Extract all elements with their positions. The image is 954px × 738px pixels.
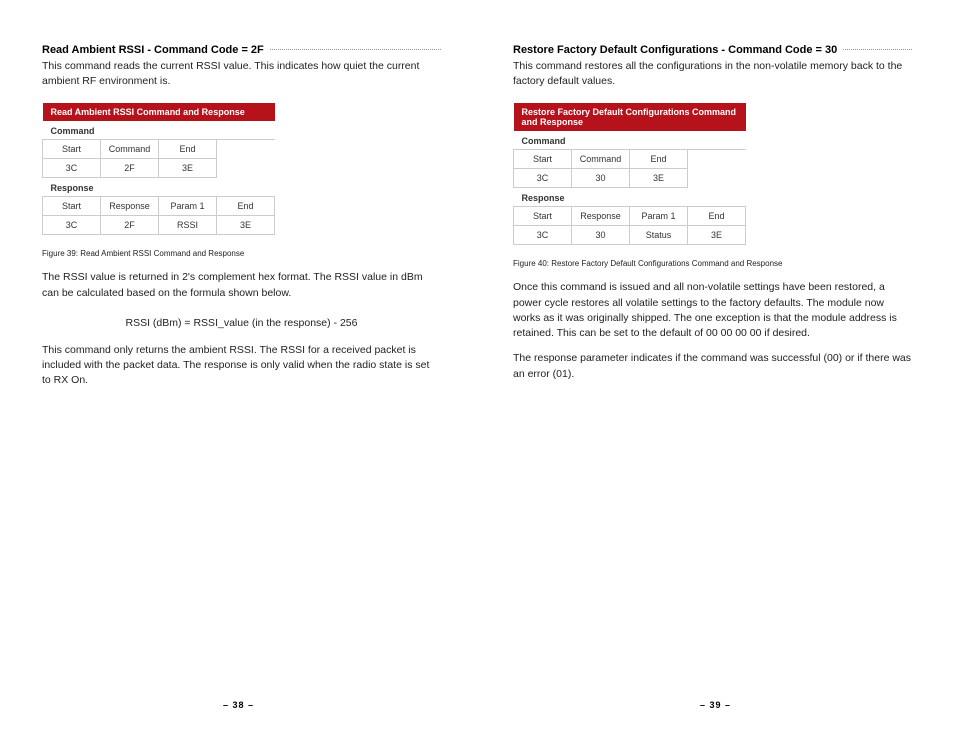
response-label: Response (43, 178, 275, 197)
col: Param 1 (630, 207, 688, 226)
col: End (217, 197, 275, 216)
val: 2F (101, 216, 159, 235)
val: 3C (514, 169, 572, 188)
col: Command (572, 150, 630, 169)
intro-left: This command reads the current RSSI valu… (42, 59, 441, 89)
page-38: Read Ambient RSSI - Command Code = 2F Th… (0, 0, 477, 738)
page-39: Restore Factory Default Configurations -… (477, 0, 954, 738)
page-number-right: – 39 – (700, 700, 731, 710)
col: End (630, 150, 688, 169)
val: RSSI (159, 216, 217, 235)
col: Command (101, 140, 159, 159)
val: 3E (688, 226, 746, 245)
col: End (159, 140, 217, 159)
table-wrap-left: Read Ambient RSSI Command and Response C… (42, 103, 441, 235)
val: 3E (630, 169, 688, 188)
title-dots (270, 49, 441, 50)
command-label: Command (514, 131, 746, 150)
caption-right: Figure 40: Restore Factory Default Confi… (513, 259, 912, 268)
val: 30 (572, 169, 630, 188)
command-table-left: Read Ambient RSSI Command and Response C… (42, 103, 275, 235)
para1-right: Once this command is issued and all non-… (513, 280, 912, 341)
para1-left: The RSSI value is returned in 2's comple… (42, 270, 441, 300)
val: 3C (43, 216, 101, 235)
page-number-left: – 38 – (223, 700, 254, 710)
document-spread: Read Ambient RSSI - Command Code = 2F Th… (0, 0, 954, 738)
col: Response (572, 207, 630, 226)
col: Start (514, 150, 572, 169)
para2-left: This command only returns the ambient RS… (42, 343, 441, 389)
command-table-right: Restore Factory Default Configurations C… (513, 103, 746, 245)
val: Status (630, 226, 688, 245)
table-header: Restore Factory Default Configurations C… (514, 103, 746, 131)
response-label: Response (514, 188, 746, 207)
title-dots (843, 49, 912, 50)
table-wrap-right: Restore Factory Default Configurations C… (513, 103, 912, 245)
col: Param 1 (159, 197, 217, 216)
val: 3E (159, 159, 217, 178)
val: 30 (572, 226, 630, 245)
formula: RSSI (dBm) = RSSI_value (in the response… (42, 317, 441, 329)
table-header: Read Ambient RSSI Command and Response (43, 103, 275, 121)
intro-right: This command restores all the configurat… (513, 59, 912, 89)
col: End (688, 207, 746, 226)
command-label: Command (43, 121, 275, 140)
section-title-left: Read Ambient RSSI - Command Code = 2F (42, 44, 441, 56)
title-text: Read Ambient RSSI - Command Code = 2F (42, 44, 264, 56)
caption-left: Figure 39: Read Ambient RSSI Command and… (42, 249, 441, 258)
val: 2F (101, 159, 159, 178)
col: Start (514, 207, 572, 226)
val: 3C (43, 159, 101, 178)
col: Response (101, 197, 159, 216)
para2-right: The response parameter indicates if the … (513, 351, 912, 381)
section-title-right: Restore Factory Default Configurations -… (513, 44, 912, 56)
col: Start (43, 197, 101, 216)
col: Start (43, 140, 101, 159)
val: 3E (217, 216, 275, 235)
val: 3C (514, 226, 572, 245)
title-text: Restore Factory Default Configurations -… (513, 44, 837, 56)
